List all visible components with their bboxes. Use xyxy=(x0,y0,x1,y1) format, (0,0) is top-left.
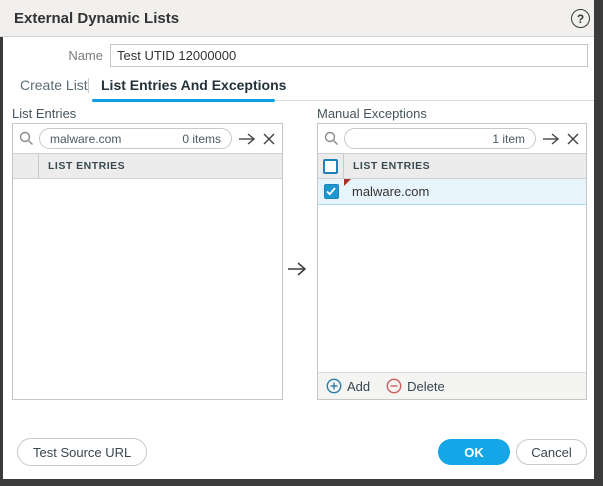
list-entries-search-input[interactable] xyxy=(50,132,182,146)
screen: External Dynamic Lists ? Name Create Lis… xyxy=(0,0,603,486)
move-to-exceptions-arrow-icon xyxy=(285,260,309,283)
manual-exceptions-search-input[interactable] xyxy=(355,132,492,146)
test-source-url-button[interactable]: Test Source URL xyxy=(17,438,147,466)
clear-filter-x-icon[interactable] xyxy=(262,132,276,146)
tab-list-entries-and-exceptions[interactable]: List Entries And Exceptions xyxy=(101,77,286,93)
row-value-text: malware.com xyxy=(352,184,429,199)
search-icon xyxy=(19,131,34,146)
edited-marker xyxy=(344,179,351,186)
list-entries-empty-body xyxy=(13,179,282,399)
tab-divider xyxy=(88,78,89,93)
manual-exceptions-count-badge: 1 item xyxy=(492,132,525,146)
delete-button-label: Delete xyxy=(407,379,445,394)
list-entries-panel: 0 items LIST ENTRIES xyxy=(12,123,283,400)
list-entries-search-pill: 0 items xyxy=(39,128,232,149)
ok-button[interactable]: OK xyxy=(438,439,510,465)
name-label: Name xyxy=(40,48,103,63)
list-entries-title: List Entries xyxy=(12,106,76,121)
manual-exceptions-footer: Add Delete xyxy=(318,372,586,399)
apply-filter-arrow-icon[interactable] xyxy=(237,132,257,146)
delete-button[interactable]: Delete xyxy=(386,378,445,394)
select-all-checkbox[interactable] xyxy=(323,159,338,174)
manual-exceptions-column-label: LIST ENTRIES xyxy=(344,154,430,178)
checkbox-column-header xyxy=(13,154,39,178)
row-checkbox-cell xyxy=(318,179,344,204)
manual-exceptions-empty-body xyxy=(318,205,586,372)
checkbox-column-header xyxy=(318,154,344,178)
manual-exceptions-search-row: 1 item xyxy=(318,124,586,154)
add-button[interactable]: Add xyxy=(326,378,370,394)
list-entries-column-label: LIST ENTRIES xyxy=(39,154,125,178)
clear-filter-x-icon[interactable] xyxy=(566,132,580,146)
row-checkbox-checked[interactable] xyxy=(324,184,339,199)
manual-exceptions-table-header: LIST ENTRIES xyxy=(318,154,586,179)
list-entries-search-row: 0 items xyxy=(13,124,282,154)
active-tab-underline xyxy=(92,99,275,102)
apply-filter-arrow-icon[interactable] xyxy=(541,132,561,146)
list-entries-table-header: LIST ENTRIES xyxy=(13,154,282,179)
search-icon xyxy=(324,131,339,146)
tabs-rule xyxy=(275,100,594,101)
dialog-titlebar: External Dynamic Lists xyxy=(0,0,594,37)
table-row[interactable]: malware.com xyxy=(318,179,586,205)
manual-exceptions-panel: 1 item LIST ENTRIES xyxy=(317,123,587,400)
cancel-button[interactable]: Cancel xyxy=(516,439,587,465)
manual-exceptions-search-pill: 1 item xyxy=(344,128,536,149)
tab-create-list[interactable]: Create List xyxy=(20,77,88,93)
help-icon[interactable]: ? xyxy=(571,9,590,28)
add-button-label: Add xyxy=(347,379,370,394)
list-entries-count-badge: 0 items xyxy=(182,132,221,146)
name-input[interactable] xyxy=(110,44,588,67)
delete-icon xyxy=(386,378,402,394)
row-value-cell: malware.com xyxy=(344,179,586,204)
dialog-title: External Dynamic Lists xyxy=(14,10,179,27)
add-icon xyxy=(326,378,342,394)
manual-exceptions-title: Manual Exceptions xyxy=(317,106,427,121)
